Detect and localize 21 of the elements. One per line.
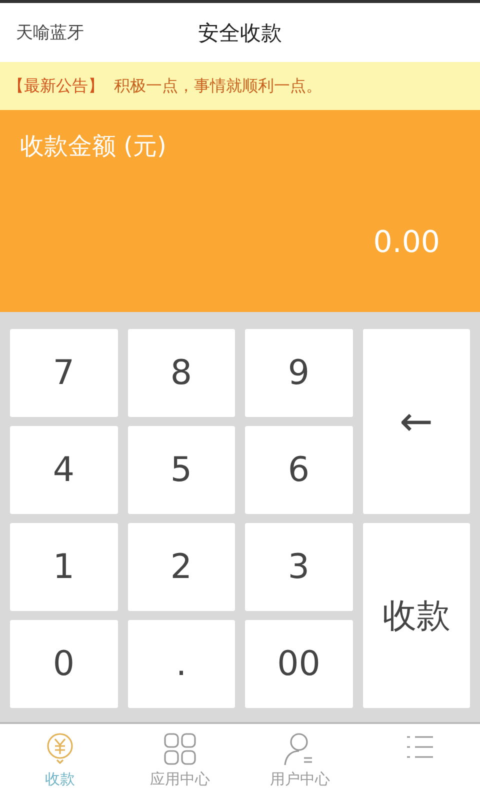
number-key[interactable]: 5	[128, 426, 235, 514]
backspace-key[interactable]: ←	[362, 329, 470, 514]
notice-text: 积极一点，事情就顺利一点。	[114, 76, 322, 96]
number-key[interactable]: 9	[245, 329, 352, 417]
notice-tag: 【最新公告】	[8, 76, 104, 96]
header-link[interactable]: 天喻蓝牙	[16, 21, 84, 44]
amount-label: 收款金额 (元)	[20, 131, 168, 162]
number-key[interactable]: 3	[245, 523, 352, 611]
number-key[interactable]: .	[128, 620, 235, 708]
number-key[interactable]: 0	[10, 620, 118, 708]
number-key[interactable]: 7	[10, 329, 118, 417]
number-key[interactable]: 6	[245, 426, 352, 514]
collect-button[interactable]: 收款	[362, 523, 470, 708]
number-key[interactable]: 8	[128, 329, 235, 417]
number-key[interactable]: 4	[10, 426, 118, 514]
amount-value: 0.00	[373, 225, 440, 260]
grid-icon	[163, 732, 197, 766]
page-title: 安全收款	[198, 20, 282, 46]
number-key[interactable]: 00	[245, 620, 352, 708]
number-key[interactable]: 1	[10, 523, 118, 611]
number-key[interactable]: 2	[128, 523, 235, 611]
